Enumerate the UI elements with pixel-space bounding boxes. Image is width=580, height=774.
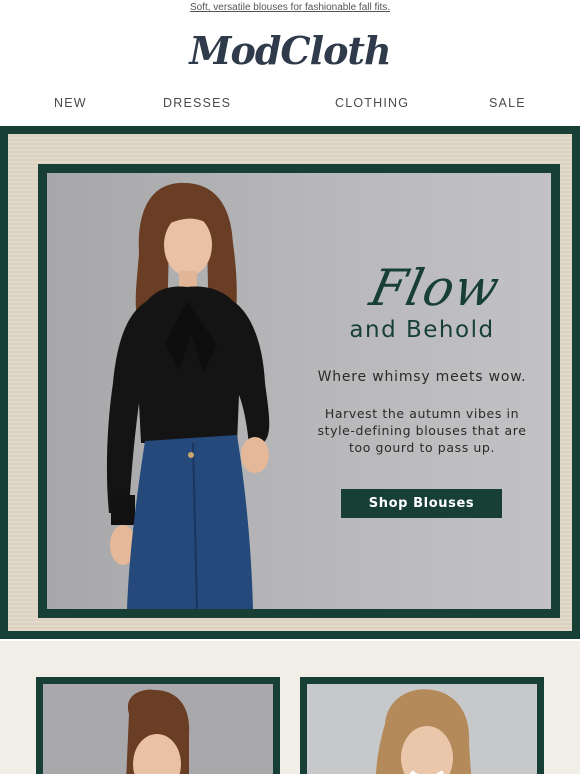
hero-frame: Flow and Behold Where whimsy meets wow. … [38, 164, 560, 618]
shop-blouses-button[interactable]: Shop Blouses [341, 489, 502, 518]
nav-item-clothing[interactable]: CLOTHING [335, 96, 409, 110]
cuff-shape [111, 495, 135, 525]
hero-tagline: Where whimsy meets wow. [317, 369, 527, 385]
product-card[interactable] [300, 677, 544, 774]
modcloth-logo[interactable]: ModCloth [0, 28, 580, 73]
jeans-shape [127, 435, 253, 609]
hero-content: Flow and Behold Where whimsy meets wow. … [47, 173, 551, 609]
product-image[interactable] [307, 684, 537, 774]
preheader-link[interactable]: Soft, versatile blouses for fashionable … [0, 2, 580, 13]
nav-item-new[interactable]: NEW [54, 96, 87, 110]
nav-item-dresses[interactable]: DRESSES [163, 96, 231, 110]
hero-body-copy: Harvest the autumn vibes in style-defini… [317, 406, 527, 455]
headline-script: Flow [365, 259, 505, 317]
hero-paper-background: Flow and Behold Where whimsy meets wow. … [8, 134, 572, 631]
hero-banner[interactable]: Flow and Behold Where whimsy meets wow. … [0, 126, 580, 639]
model-photo [106, 182, 270, 609]
headline-sub: and Behold [349, 317, 495, 343]
product-card[interactable] [36, 677, 280, 774]
product-image[interactable] [43, 684, 273, 774]
right-hand-shape [241, 437, 269, 473]
nav-item-sale[interactable]: SALE [489, 96, 526, 110]
product-grid [0, 641, 580, 774]
smiling-blonde-model-photo [376, 689, 471, 774]
jeans-button [188, 452, 194, 458]
face-shape [164, 214, 212, 276]
main-nav: NEW DRESSES CLOTHING SALE [0, 96, 580, 112]
model-with-bangs-photo [126, 689, 190, 774]
